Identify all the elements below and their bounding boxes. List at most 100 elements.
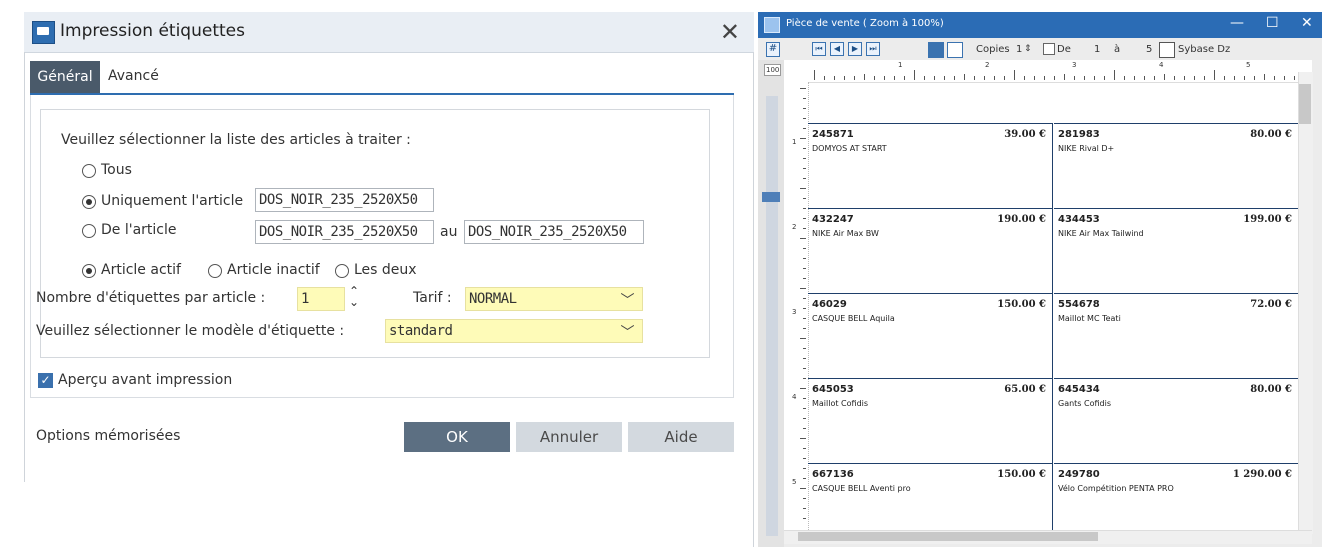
label-price: 80.00 € [1250,129,1292,140]
ruler-tick [803,358,806,359]
zoom-slider[interactable] [766,96,778,536]
chevron-down-icon: ﹀ [620,293,635,309]
horizontal-scroll-thumb[interactable] [798,532,1098,541]
close-icon[interactable]: ✕ [1301,15,1313,31]
zoom-level[interactable]: 100 [764,64,782,76]
to-label: au [440,224,458,240]
ok-button[interactable]: OK [404,422,510,452]
labels-per-article-field[interactable]: 1 [297,287,345,311]
printer-name[interactable]: Sybase Dz [1178,44,1230,55]
prev-page-icon[interactable]: ◀ [830,42,844,56]
label-cell: 645053 65.00 € Maillot Cofidis [808,378,1053,463]
label-cell: 432247 190.00 € NIKE Air Max BW [808,208,1053,293]
ruler-tick [803,508,806,509]
label-code: 46029 [812,299,847,310]
ruler-tick [803,398,806,399]
only-article-field[interactable]: DOS_NOIR_235_2520X50 [255,188,434,212]
preview-checkbox[interactable]: ✓ [38,373,53,388]
help-button[interactable]: Aide [628,422,734,452]
radio-active-article-label: Article actif [101,262,181,278]
label-code: 245871 [812,129,854,140]
grid-hash-button[interactable]: # [766,42,780,57]
ruler-number: 5 [792,478,797,486]
label-cell: 245871 39.00 € DOMYOS AT START [808,123,1053,208]
saved-options-link[interactable]: Options mémorisées [36,428,180,444]
radio-only-article[interactable] [82,195,96,209]
label-name: NIKE Rival D+ [1058,144,1115,153]
range-checkbox[interactable] [1043,43,1055,55]
maximize-icon[interactable]: ☐ [1266,15,1279,31]
spinner-icon[interactable]: ⌃ ⌄ [349,285,359,308]
minimize-icon[interactable]: — [1230,15,1244,31]
radio-all-label: Tous [101,162,132,178]
ruler-tick [803,108,806,109]
radio-inactive-article[interactable] [208,264,222,278]
label-cell: 554678 72.00 € Maillot MC Teati [1054,293,1299,378]
label-name: Gants Cofidis [1058,399,1112,408]
vertical-scroll-thumb[interactable] [1299,84,1311,124]
tab-general[interactable]: Général [30,61,100,93]
ruler-tick [803,278,806,279]
radio-both[interactable] [335,264,349,278]
radio-both-label: Les deux [354,262,417,278]
radio-active-article[interactable] [82,264,96,278]
label-cell: 281983 80.00 € NIKE Rival D+ [1054,123,1299,208]
next-page-icon[interactable]: ▶ [848,42,862,56]
label-name: Vélo Compétition PENTA PRO [1058,484,1174,493]
radio-all[interactable] [82,164,96,178]
pages-icon[interactable] [928,42,944,58]
ruler-tick [803,498,806,499]
model-select[interactable]: standard ﹀ [385,319,643,343]
ruler-tick [800,188,806,189]
ruler-tick [803,208,806,209]
selection-prompt: Veuillez sélectionner la liste des artic… [61,132,411,148]
dialog-border [24,52,25,482]
label-name: Maillot Cofidis [812,399,869,408]
zoom-slider-handle[interactable] [762,192,780,202]
page-layout-icon[interactable] [947,42,963,58]
printer-icon[interactable] [1159,42,1175,58]
ruler-tick [803,128,806,129]
ruler-tick [803,268,806,269]
ruler-tick [800,138,806,139]
radio-only-article-label: Uniquement l'article [101,193,244,209]
ruler-tick [800,438,806,439]
copies-value[interactable]: 1 [1016,44,1022,55]
ruler-tick [803,418,806,419]
ruler-number: 1 [792,138,797,146]
label-code: 249780 [1058,469,1100,480]
tarif-label: Tarif : [413,290,452,306]
radio-inactive-article-label: Article inactif [227,262,320,278]
tarif-select[interactable]: NORMAL ﹀ [465,287,643,311]
radio-from-article-label: De l'article [101,222,177,238]
label-cell: 434453 199.00 € NIKE Air Max Tailwind [1054,208,1299,293]
preview-checkbox-label: Aperçu avant impression [58,372,233,388]
ruler-tick [800,88,806,89]
labels-per-article-label: Nombre d'étiquettes par article : [36,290,266,306]
preview-titlebar: Pièce de vente ( Zoom à 100%) — ☐ ✕ [758,12,1322,38]
ruler-tick [800,288,806,289]
range-separator: à [1114,44,1121,55]
copies-spinner-icon[interactable]: ⇕ [1024,44,1032,54]
label-price: 150.00 € [997,299,1046,310]
ruler-tick [803,458,806,459]
from-article-field[interactable]: DOS_NOIR_235_2520X50 [255,220,434,244]
ruler-tick [803,248,806,249]
radio-from-article[interactable] [82,224,96,238]
ruler-tick [803,218,806,219]
cancel-button[interactable]: Annuler [516,422,622,452]
app-icon [32,21,55,44]
range-from-value[interactable]: 1 [1094,44,1100,55]
close-icon[interactable]: ✕ [720,18,740,46]
ruler-tick [803,198,806,199]
to-article-field[interactable]: DOS_NOIR_235_2520X50 [464,220,644,244]
range-to-value[interactable]: 5 [1146,44,1152,55]
last-page-icon[interactable]: ⏭ [866,42,880,56]
vertical-scrollbar[interactable] [1298,72,1313,534]
ruler-tick [800,238,806,239]
tab-advanced[interactable]: Avancé [108,68,159,84]
label-name: NIKE Air Max BW [812,229,879,238]
app-icon [764,17,780,33]
first-page-icon[interactable]: ⏮ [812,42,826,56]
label-price: 72.00 € [1250,299,1292,310]
